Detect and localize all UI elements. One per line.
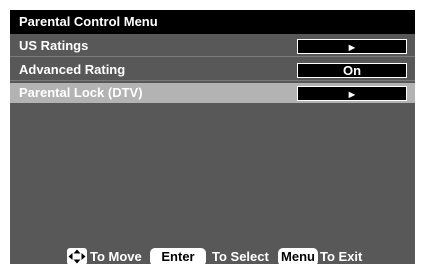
row-divider — [10, 80, 415, 81]
select-hint-label: To Select — [212, 249, 269, 264]
menu-item-us-ratings[interactable]: US Ratings ► — [10, 36, 415, 56]
dpad-arrows-icon — [67, 248, 87, 265]
row-divider — [10, 56, 415, 57]
setting-value-box: On — [297, 63, 407, 78]
navigation-hint-bar: To Move Enter To Select Menu To Exit — [10, 243, 415, 266]
menu-item-label: Advanced Rating — [19, 62, 126, 77]
menu-item-label: Parental Lock (DTV) — [19, 85, 143, 100]
move-hint-label: To Move — [90, 249, 142, 264]
submenu-arrow-box: ► — [297, 39, 407, 54]
menu-item-label: US Ratings — [19, 38, 89, 53]
parental-control-screen: Parental Control Menu US Ratings ► Advan… — [10, 10, 415, 266]
enter-key-badge: Enter — [150, 248, 206, 266]
right-arrow-icon: ► — [346, 42, 358, 54]
right-arrow-icon: ► — [346, 89, 358, 101]
menu-key-badge: Menu — [278, 248, 318, 266]
menu-item-advanced-rating[interactable]: Advanced Rating On — [10, 60, 415, 80]
exit-hint-label: To Exit — [320, 249, 363, 264]
menu-title: Parental Control Menu — [10, 10, 415, 34]
menu-item-parental-lock-dtv[interactable]: Parental Lock (DTV) ► — [10, 83, 415, 103]
submenu-arrow-box: ► — [297, 86, 407, 101]
